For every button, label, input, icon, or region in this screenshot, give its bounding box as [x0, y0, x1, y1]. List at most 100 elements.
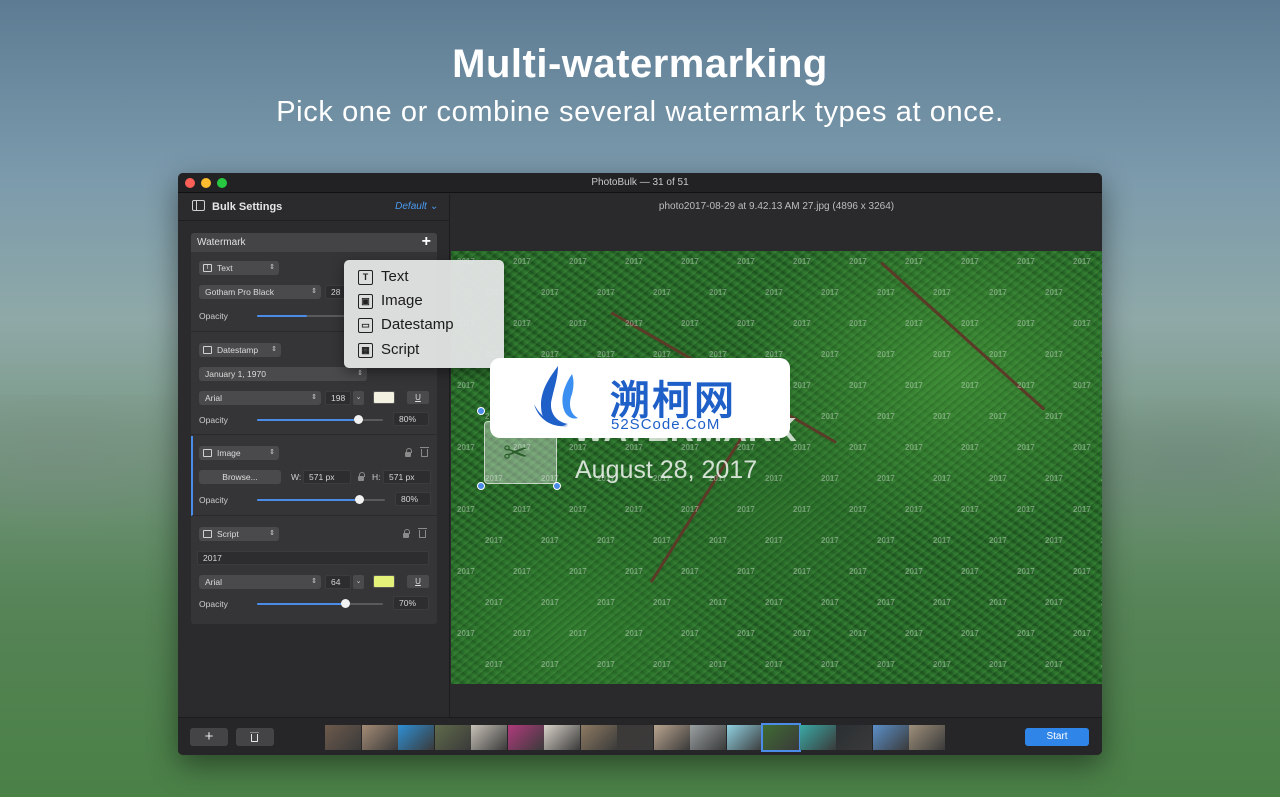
- opacity-value-field[interactable]: 80%: [395, 492, 431, 506]
- opacity-slider[interactable]: [257, 415, 383, 424]
- photo-thumbnail[interactable]: [434, 725, 471, 750]
- photo-preview[interactable]: 2017 2017 2017 2017 2017 2017 2017 2017 2017 2017…: [451, 251, 1102, 684]
- tiled-script-text: 2017: [765, 598, 783, 607]
- resize-handle[interactable]: [553, 482, 561, 490]
- tiled-script-text: 2017: [765, 288, 783, 297]
- menu-item-script[interactable]: ▦ Script: [358, 340, 498, 362]
- tiled-script-text: 2017: [877, 288, 895, 297]
- remove-photos-button[interactable]: [236, 728, 274, 746]
- trash-icon[interactable]: [418, 528, 427, 538]
- datestamp-watermark[interactable]: August 28, 2017: [575, 456, 757, 485]
- thumbnail-strip[interactable]: [325, 723, 955, 752]
- opacity-slider[interactable]: [257, 315, 347, 317]
- slider-knob[interactable]: [355, 495, 365, 504]
- opacity-slider[interactable]: [257, 599, 383, 608]
- watermark-type-select[interactable]: T Text ⇕: [199, 261, 279, 275]
- start-button[interactable]: Start: [1025, 728, 1089, 746]
- font-size-stepper[interactable]: ⌄: [353, 391, 364, 405]
- lock-icon[interactable]: [403, 529, 410, 538]
- tiled-script-text: 2017: [737, 319, 755, 328]
- opacity-label: Opacity: [199, 495, 228, 505]
- font-size-field[interactable]: 198: [325, 391, 351, 405]
- aspect-lock-icon[interactable]: [358, 472, 365, 481]
- height-field[interactable]: 571 px: [383, 470, 431, 484]
- image-icon: ▣: [358, 294, 373, 309]
- width-field[interactable]: 571 px: [303, 470, 351, 484]
- underline-button[interactable]: U: [407, 575, 429, 588]
- menu-item-datestamp[interactable]: ▭ Datestamp: [358, 315, 498, 337]
- tiled-script-text: 2017: [457, 567, 475, 576]
- tiled-script-text: 2017: [569, 319, 587, 328]
- font-select[interactable]: Arial ⇕: [199, 391, 321, 405]
- photo-thumbnail[interactable]: [909, 725, 945, 750]
- opacity-slider[interactable]: [257, 495, 385, 504]
- photo-thumbnail[interactable]: [836, 725, 872, 750]
- photo-thumbnail[interactable]: [726, 725, 763, 750]
- tiled-script-text: 2017: [905, 319, 923, 328]
- resize-handle[interactable]: [477, 407, 485, 415]
- photo-thumbnail[interactable]: [653, 725, 690, 750]
- flame-logo-icon: [534, 366, 578, 427]
- slider-fill: [257, 315, 307, 317]
- tiled-script-text: 2017: [541, 660, 559, 669]
- script-field[interactable]: 2017: [197, 551, 429, 565]
- photo-thumbnail[interactable]: [872, 725, 909, 750]
- trash-icon[interactable]: [420, 447, 429, 457]
- image-type-icon: [203, 449, 212, 457]
- tiled-script-text: 2017: [933, 474, 951, 483]
- slider-knob[interactable]: [341, 599, 351, 608]
- tiled-script-text: 2017: [1045, 412, 1063, 421]
- font-size-field[interactable]: 64: [325, 575, 351, 589]
- photo-thumbnail[interactable]: [471, 725, 507, 750]
- color-swatch[interactable]: [373, 391, 395, 404]
- watermark-type-select[interactable]: Image ⇕: [199, 446, 279, 460]
- tiled-script-text: 2017: [1017, 381, 1035, 390]
- hero-title: Multi-watermarking: [452, 42, 828, 86]
- photo-thumbnail[interactable]: [799, 725, 836, 750]
- lock-icon[interactable]: [405, 448, 412, 457]
- photo-thumbnail[interactable]: [398, 725, 434, 750]
- tiled-script-text: 2017: [457, 443, 475, 452]
- menu-item-text[interactable]: T Text: [358, 267, 498, 289]
- tiled-script-text: 2017: [1017, 567, 1035, 576]
- font-size-stepper[interactable]: ⌄: [353, 575, 364, 589]
- slider-knob[interactable]: [353, 415, 363, 424]
- photo-thumbnail[interactable]: [325, 725, 361, 750]
- font-select[interactable]: Arial ⇕: [199, 575, 321, 589]
- photo-thumbnail[interactable]: [544, 725, 580, 750]
- photo-thumbnail[interactable]: [617, 725, 653, 750]
- tiled-script-text: 2017: [541, 536, 559, 545]
- sidebar-toggle-icon[interactable]: [192, 200, 205, 211]
- date-format-select[interactable]: January 1, 1970 ⇕: [199, 367, 367, 381]
- datestamp-type-icon: [203, 346, 212, 354]
- photo-thumbnail[interactable]: [580, 725, 617, 750]
- filename-label: photo2017-08-29 at 9.42.13 AM 27.jpg (48…: [658, 201, 895, 212]
- font-select[interactable]: Gotham Pro Black ⇕: [199, 285, 321, 299]
- color-swatch[interactable]: [373, 575, 395, 588]
- tiled-script-text: 2017: [1017, 257, 1035, 266]
- resize-handle[interactable]: [477, 482, 485, 490]
- add-photos-button[interactable]: +: [190, 728, 228, 746]
- watermark-type-select[interactable]: Script ⇕: [199, 527, 279, 541]
- tiled-script-text: 2017: [821, 536, 839, 545]
- underline-button[interactable]: U: [407, 391, 429, 404]
- watermark-type-select[interactable]: Datestamp ⇕: [199, 343, 281, 357]
- tiled-script-text: 2017: [1101, 660, 1102, 669]
- tiled-script-text: 2017: [1073, 257, 1091, 266]
- tiled-script-text: 2017: [709, 536, 727, 545]
- menu-item-image[interactable]: ▣ Image: [358, 291, 498, 313]
- tiled-script-text: 2017: [625, 505, 643, 514]
- tiled-script-text: 2017: [793, 629, 811, 638]
- browse-button[interactable]: Browse...: [199, 470, 281, 484]
- photo-thumbnail[interactable]: [507, 725, 544, 750]
- tiled-script-text: 2017: [961, 257, 979, 266]
- photo-thumbnail[interactable]: [761, 723, 801, 752]
- font-label: Arial: [205, 393, 223, 403]
- opacity-value-field[interactable]: 70%: [393, 596, 429, 610]
- photo-thumbnail[interactable]: [690, 725, 726, 750]
- add-watermark-button[interactable]: +: [422, 233, 431, 251]
- tiled-script-text: 2017: [849, 381, 867, 390]
- photo-thumbnail[interactable]: [361, 725, 398, 750]
- opacity-value-field[interactable]: 80%: [393, 412, 429, 426]
- preset-dropdown[interactable]: Default ⌄: [395, 201, 438, 212]
